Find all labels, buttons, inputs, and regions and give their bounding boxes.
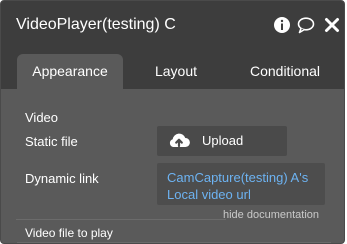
upload-button[interactable]: Upload (157, 126, 287, 156)
dynamic-link-label: Dynamic link (25, 171, 99, 186)
static-file-label: Static file (25, 134, 78, 149)
panel-header[interactable]: VideoPlayer(testing) C (1, 1, 344, 51)
section-title-video: Video (25, 110, 59, 125)
hide-documentation-link[interactable]: hide documentation (223, 209, 319, 221)
cloud-upload-icon (169, 133, 190, 148)
property-editor-panel: VideoPlayer(testing) C Appearance Layout… (0, 0, 345, 244)
upload-label: Upload (202, 133, 244, 148)
tab-appearance[interactable]: Appearance (17, 54, 123, 89)
dynamic-link-field[interactable]: CamCapture(testing) A's Local video url (157, 163, 325, 205)
info-icon[interactable] (273, 16, 291, 34)
tab-bar: Appearance Layout Conditional (1, 51, 344, 89)
close-icon[interactable] (323, 16, 341, 34)
tab-layout[interactable]: Layout (136, 54, 216, 89)
section-divider (16, 219, 226, 220)
panel-title: VideoPlayer(testing) C (16, 16, 176, 33)
tab-conditional[interactable]: Conditional (233, 54, 337, 89)
comment-icon[interactable] (297, 16, 315, 34)
video-file-to-play-label: Video file to play (25, 226, 113, 240)
